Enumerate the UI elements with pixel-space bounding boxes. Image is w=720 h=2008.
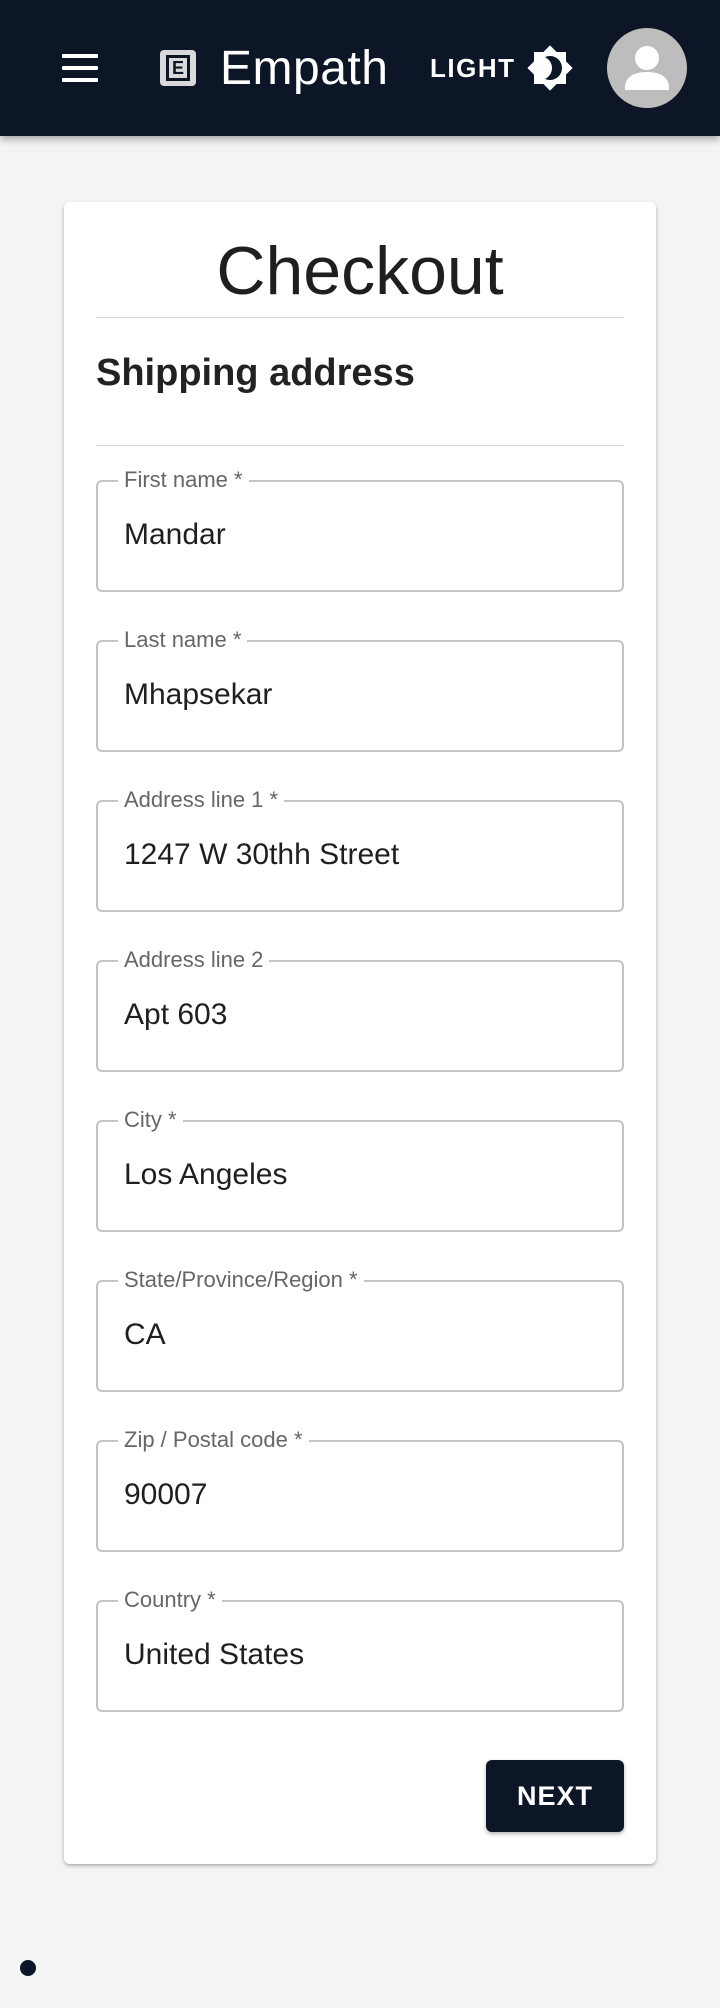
- theme-label: LIGHT: [430, 52, 516, 83]
- menu-icon[interactable]: [56, 48, 104, 88]
- app-bar: E Empath LIGHT: [0, 0, 720, 136]
- state-input[interactable]: [124, 1312, 594, 1358]
- country-field: Country *: [96, 1587, 624, 1712]
- address-line-2-field: Address line 2: [96, 947, 624, 1072]
- brand-logo-icon: E: [160, 50, 196, 86]
- first-name-input[interactable]: [124, 512, 594, 558]
- country-label: Country *: [118, 1587, 222, 1613]
- section-title: Shipping address: [96, 352, 415, 394]
- zip-field: Zip / Postal code *: [96, 1427, 624, 1552]
- brand-logo-letter: E: [166, 55, 190, 81]
- page-title: Checkout: [216, 233, 504, 309]
- section-divider: [96, 445, 624, 446]
- zip-label: Zip / Postal code *: [118, 1427, 309, 1453]
- city-field: City *: [96, 1107, 624, 1232]
- brightness-icon: [526, 45, 573, 91]
- state-field: State/Province/Region *: [96, 1267, 624, 1392]
- city-label: City *: [118, 1107, 183, 1133]
- first-name-label: First name *: [118, 467, 249, 493]
- first-name-field: First name *: [96, 467, 624, 592]
- country-input[interactable]: [124, 1632, 594, 1678]
- address-line-1-label: Address line 1 *: [118, 787, 285, 813]
- address-line-1-input[interactable]: [124, 832, 594, 878]
- avatar[interactable]: [607, 28, 687, 108]
- city-input[interactable]: [124, 1152, 594, 1198]
- last-name-label: Last name *: [118, 627, 248, 653]
- zip-input[interactable]: [124, 1472, 594, 1518]
- address-line-1-field: Address line 1 *: [96, 787, 624, 912]
- brand[interactable]: E Empath: [160, 38, 388, 98]
- brand-name: Empath: [220, 41, 389, 95]
- account-icon: [625, 46, 669, 90]
- last-name-field: Last name *: [96, 627, 624, 752]
- theme-toggle-button[interactable]: LIGHT: [430, 44, 574, 92]
- next-button[interactable]: NEXT: [486, 1760, 624, 1832]
- address-line-2-label: Address line 2: [118, 947, 270, 973]
- state-label: State/Province/Region *: [118, 1267, 364, 1293]
- indicator-dot: [20, 1960, 36, 1976]
- checkout-card: Checkout Shipping address First name * L…: [64, 202, 656, 1864]
- last-name-input[interactable]: [124, 672, 594, 718]
- title-divider: [96, 317, 624, 318]
- address-line-2-input[interactable]: [124, 992, 594, 1038]
